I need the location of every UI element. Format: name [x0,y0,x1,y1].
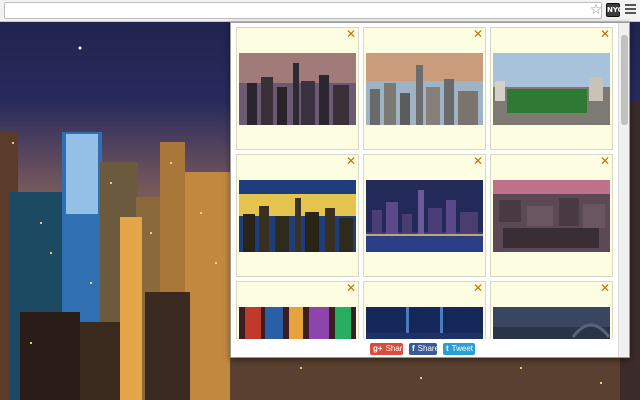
wallpaper-thumbnail[interactable] [366,307,483,339]
star-icon[interactable]: ☆ [588,2,604,18]
google-plus-share-button[interactable]: g+ Share [370,343,407,355]
facebook-icon: f [412,344,415,353]
wallpaper-thumbnail[interactable] [493,307,610,339]
facebook-share-button[interactable]: f Share [409,343,439,355]
scrollbar-thumb[interactable] [621,35,628,125]
close-x-icon[interactable]: ✕ [600,282,610,294]
wallpaper-card[interactable]: ✕ [236,27,359,150]
wallpaper-card[interactable]: ✕ [363,281,486,339]
wallpaper-card[interactable]: ✕ [236,154,359,277]
wallpaper-card[interactable]: ✕ [490,281,613,339]
wallpaper-card[interactable]: ✕ [363,27,486,150]
wallpaper-popup: ✕ ✕ ✕ ✕ ✕ ✕ ✕ ✕ ✕ g+ Share f Share t Twe… [230,22,630,358]
wallpaper-card[interactable]: ✕ [490,154,613,277]
wallpaper-thumbnail[interactable] [239,307,356,339]
close-x-icon[interactable]: ✕ [473,155,483,167]
wallpaper-card[interactable]: ✕ [363,154,486,277]
extension-icon[interactable]: NYC [606,3,623,17]
address-bar[interactable] [4,2,602,19]
browser-toolbar: ☆ NYC [0,0,640,22]
close-x-icon[interactable]: ✕ [600,28,610,40]
wallpaper-thumbnail[interactable] [493,180,610,252]
close-x-icon[interactable]: ✕ [600,155,610,167]
close-x-icon[interactable]: ✕ [346,282,356,294]
wallpaper-thumbnail[interactable] [239,180,356,252]
wallpaper-thumbnail[interactable] [239,53,356,125]
close-x-icon[interactable]: ✕ [473,28,483,40]
wallpaper-grid: ✕ ✕ ✕ ✕ ✕ ✕ ✕ ✕ ✕ [236,27,616,339]
close-x-icon[interactable]: ✕ [346,155,356,167]
wallpaper-card[interactable]: ✕ [490,27,613,150]
popup-scrollbar[interactable] [618,23,629,357]
wallpaper-thumbnail[interactable] [493,53,610,125]
wallpaper-thumbnail[interactable] [366,180,483,252]
twitter-tweet-button[interactable]: t Tweet [443,343,475,355]
twitter-icon: t [446,344,449,353]
google-plus-icon: g+ [373,344,383,353]
wallpaper-thumbnail[interactable] [366,53,483,125]
close-x-icon[interactable]: ✕ [346,28,356,40]
close-x-icon[interactable]: ✕ [473,282,483,294]
hamburger-menu-icon[interactable] [625,4,637,16]
wallpaper-card[interactable]: ✕ [236,281,359,339]
